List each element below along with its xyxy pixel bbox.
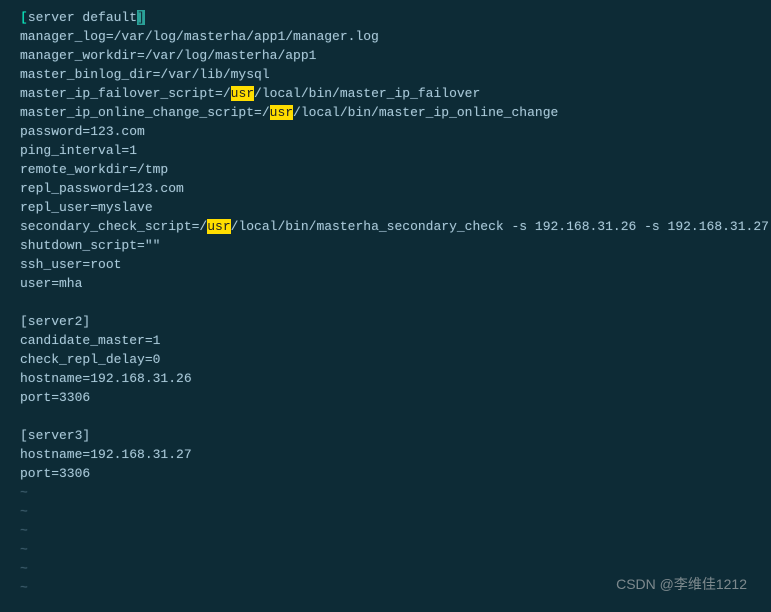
config-master-binlog-dir: master_binlog_dir=/var/lib/mysql — [20, 65, 751, 84]
bracket-open: [ — [20, 10, 28, 25]
highlight-usr: usr — [270, 105, 293, 120]
watermark: CSDN @李维佳1212 — [616, 574, 747, 594]
blank-line — [20, 407, 751, 426]
vim-tilde: ~ — [20, 502, 751, 521]
text-pre: secondary_check_script=/ — [20, 219, 207, 234]
config-ssh-user: ssh_user=root — [20, 255, 751, 274]
config-shutdown-script: shutdown_script="" — [20, 236, 751, 255]
server2-hostname: hostname=192.168.31.26 — [20, 369, 751, 388]
config-manager-workdir: manager_workdir=/var/log/masterha/app1 — [20, 46, 751, 65]
text-post: /local/bin/master_ip_online_change — [293, 105, 558, 120]
text-pre: master_ip_failover_script=/ — [20, 86, 231, 101]
server3-hostname: hostname=192.168.31.27 — [20, 445, 751, 464]
server2-candidate-master: candidate_master=1 — [20, 331, 751, 350]
config-user: user=mha — [20, 274, 751, 293]
text-post: /local/bin/masterha_secondary_check -s 1… — [231, 219, 769, 234]
server2-port: port=3306 — [20, 388, 751, 407]
bracket-close-cursor: ] — [137, 10, 145, 25]
section-header-server2: [server2] — [20, 312, 751, 331]
section-name: server default — [28, 10, 137, 25]
server3-port: port=3306 — [20, 464, 751, 483]
config-ping-interval: ping_interval=1 — [20, 141, 751, 160]
config-secondary-check: secondary_check_script=/usr/local/bin/ma… — [20, 217, 751, 236]
terminal-editor[interactable]: [server default] manager_log=/var/log/ma… — [20, 8, 751, 597]
vim-tilde: ~ — [20, 483, 751, 502]
text-post: /local/bin/master_ip_failover — [254, 86, 480, 101]
config-repl-user: repl_user=myslave — [20, 198, 751, 217]
blank-line — [20, 293, 751, 312]
vim-tilde: ~ — [20, 521, 751, 540]
highlight-usr: usr — [207, 219, 230, 234]
server2-check-repl-delay: check_repl_delay=0 — [20, 350, 751, 369]
config-password: password=123.com — [20, 122, 751, 141]
vim-tilde: ~ — [20, 540, 751, 559]
text-pre: master_ip_online_change_script=/ — [20, 105, 270, 120]
config-online-change-script: master_ip_online_change_script=/usr/loca… — [20, 103, 751, 122]
config-repl-password: repl_password=123.com — [20, 179, 751, 198]
config-failover-script: master_ip_failover_script=/usr/local/bin… — [20, 84, 751, 103]
config-manager-log: manager_log=/var/log/masterha/app1/manag… — [20, 27, 751, 46]
highlight-usr: usr — [231, 86, 254, 101]
section-header-default: [server default] — [20, 8, 751, 27]
config-remote-workdir: remote_workdir=/tmp — [20, 160, 751, 179]
section-header-server3: [server3] — [20, 426, 751, 445]
